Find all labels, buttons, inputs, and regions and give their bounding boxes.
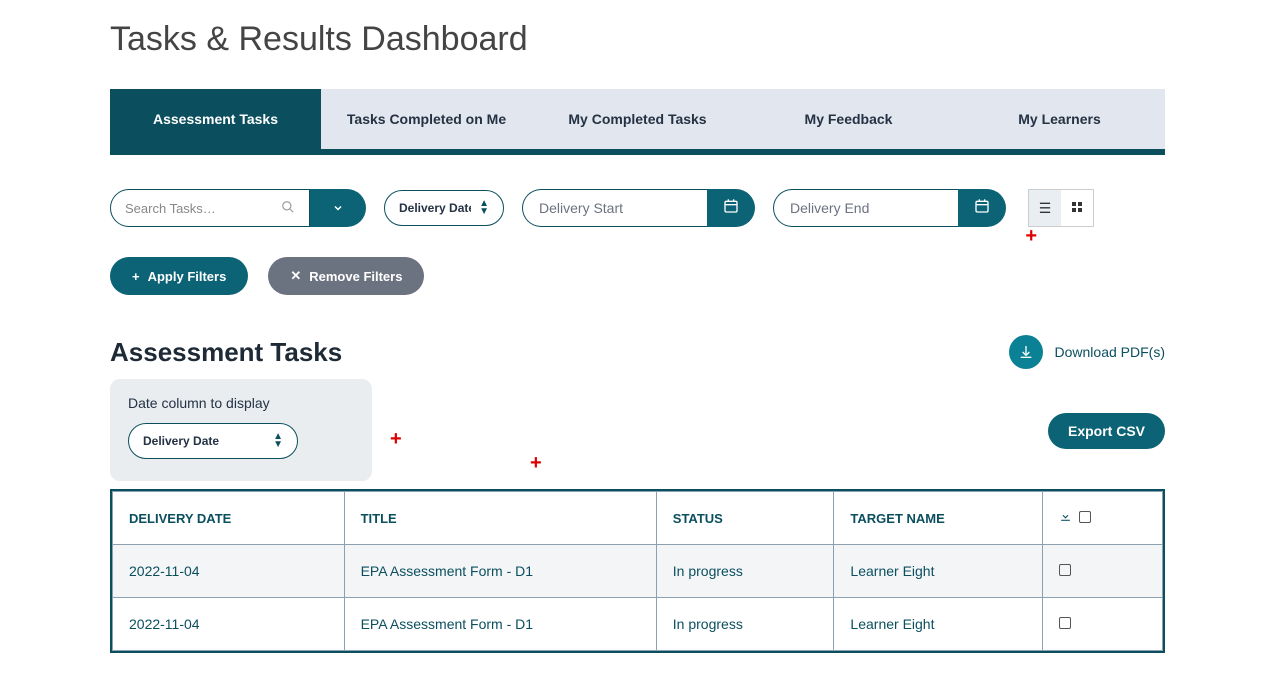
filters-row: Search Tasks… Delivery Date ▲▼ Delivery … [110, 189, 1165, 227]
date-column-value: Delivery Date [143, 434, 219, 448]
cell-target: Learner Eight [834, 598, 1042, 651]
section-title: Assessment Tasks [110, 337, 342, 368]
cell-status: In progress [656, 545, 834, 598]
delivery-end-input[interactable]: Delivery End [773, 189, 958, 227]
date-column-select[interactable]: Delivery Date ▲▼ [128, 423, 298, 459]
grid-icon [1071, 200, 1083, 216]
action-row: + Apply Filters ✕ Remove Filters [110, 257, 1165, 295]
cell-select [1042, 545, 1162, 598]
section-header-row: Assessment Tasks Download PDF(s) [110, 335, 1165, 369]
search-placeholder: Search Tasks… [125, 201, 281, 216]
apply-filters-button[interactable]: + Apply Filters [110, 257, 248, 295]
delivery-end-placeholder: Delivery End [790, 200, 869, 216]
cell-target: Learner Eight [834, 545, 1042, 598]
calendar-icon [974, 198, 990, 219]
download-circle-icon [1009, 335, 1043, 369]
table-row: 2022-11-04 EPA Assessment Form - D1 In p… [113, 598, 1163, 651]
cell-delivery-date: 2022-11-04 [113, 545, 345, 598]
page-title: Tasks & Results Dashboard [110, 20, 1165, 59]
row-checkbox[interactable] [1059, 564, 1071, 576]
tab-tasks-completed-on-me[interactable]: Tasks Completed on Me [321, 89, 532, 149]
cell-title[interactable]: EPA Assessment Form - D1 [344, 598, 656, 651]
delivery-end-calendar-button[interactable] [958, 189, 1006, 227]
delivery-start-calendar-button[interactable] [707, 189, 755, 227]
date-column-selector-box: Date column to display Delivery Date ▲▼ [110, 379, 372, 481]
delivery-start-input[interactable]: Delivery Start [522, 189, 707, 227]
tabs-bar: Assessment Tasks Tasks Completed on Me M… [110, 89, 1165, 155]
spinner-icon: ▲▼ [479, 200, 489, 216]
date-field-select[interactable]: Delivery Date ▲▼ [384, 190, 504, 226]
search-input[interactable]: Search Tasks… [110, 189, 310, 227]
delivery-start-placeholder: Delivery Start [539, 200, 623, 216]
annotation-marker: + [390, 428, 402, 451]
list-icon: ☰ [1039, 200, 1052, 217]
delivery-end-combo: Delivery End [773, 189, 1006, 227]
col-download-select [1042, 492, 1162, 545]
tab-my-learners[interactable]: My Learners [954, 89, 1165, 149]
tab-assessment-tasks[interactable]: Assessment Tasks [110, 89, 321, 149]
cell-title[interactable]: EPA Assessment Form - D1 [344, 545, 656, 598]
col-target-name[interactable]: TARGET NAME [834, 492, 1042, 545]
search-icon [281, 200, 295, 217]
tasks-table-wrap: DELIVERY DATE TITLE STATUS TARGET NAME 2… [110, 489, 1165, 653]
download-pdfs-label: Download PDF(s) [1055, 344, 1165, 360]
col-status[interactable]: STATUS [656, 492, 834, 545]
date-column-label: Date column to display [128, 395, 346, 411]
select-all-checkbox[interactable] [1079, 511, 1091, 523]
row-checkbox[interactable] [1059, 617, 1071, 629]
cell-delivery-date: 2022-11-04 [113, 598, 345, 651]
annotation-marker: + [1025, 225, 1037, 248]
delivery-start-combo: Delivery Start [522, 189, 755, 227]
table-header-row: DELIVERY DATE TITLE STATUS TARGET NAME [113, 492, 1163, 545]
tab-my-feedback[interactable]: My Feedback [743, 89, 954, 149]
search-scope-dropdown[interactable] [310, 189, 366, 227]
col-delivery-date[interactable]: DELIVERY DATE [113, 492, 345, 545]
remove-filters-button[interactable]: ✕ Remove Filters [268, 257, 424, 295]
cell-status: In progress [656, 598, 834, 651]
search-combo: Search Tasks… [110, 189, 366, 227]
calendar-icon [723, 198, 739, 219]
export-csv-button[interactable]: Export CSV [1048, 413, 1165, 449]
spinner-icon: ▲▼ [273, 433, 283, 449]
cell-select [1042, 598, 1162, 651]
apply-filters-label: Apply Filters [148, 269, 227, 284]
annotation-marker: + [530, 452, 542, 475]
plus-icon: + [132, 269, 140, 284]
remove-filters-label: Remove Filters [309, 269, 402, 284]
close-icon: ✕ [290, 268, 301, 284]
grid-view-button[interactable] [1061, 190, 1093, 226]
download-icon [1059, 511, 1076, 526]
view-toggle: ☰ [1028, 189, 1094, 227]
download-pdfs-button[interactable]: Download PDF(s) [1009, 335, 1165, 369]
table-row: 2022-11-04 EPA Assessment Form - D1 In p… [113, 545, 1163, 598]
tab-my-completed-tasks[interactable]: My Completed Tasks [532, 89, 743, 149]
date-field-select-label: Delivery Date [399, 201, 471, 215]
tasks-table: DELIVERY DATE TITLE STATUS TARGET NAME 2… [112, 491, 1163, 651]
col-title[interactable]: TITLE [344, 492, 656, 545]
list-view-button[interactable]: ☰ [1029, 190, 1061, 226]
